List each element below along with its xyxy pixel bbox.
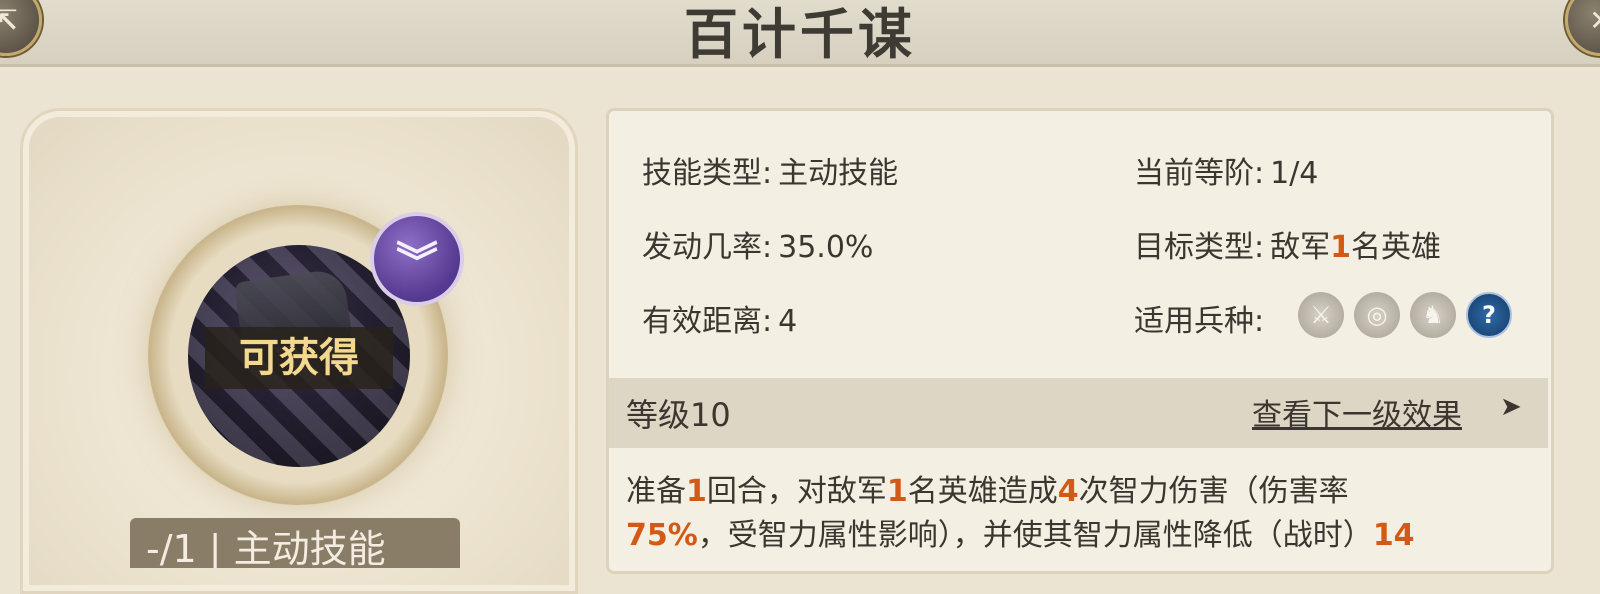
desc-num-4: 75% [626,518,698,553]
page-title: 百计千谋 [684,3,916,66]
close-icon: ✕ [1589,4,1600,37]
desc-num-2: 1 [886,474,908,509]
effective-range: 有效距离: 4 [642,296,797,340]
desc-num-1: 1 [686,474,707,509]
desc-text-5: ，受智力属性影响），并使其智力属性降低（战时） [697,518,1373,553]
target-type: 目标类型: 敌军1名英雄 [1134,222,1441,266]
target-type-value-suffix: 名英雄 [1350,230,1441,265]
desc-text-4: 次智力伤害（伤害率 [1078,474,1349,509]
next-level-link[interactable]: 查看下一级效果 [1252,390,1462,434]
trigger-rate: 发动几率: 35.0% [642,222,873,266]
level-label: 等级10 [626,396,731,434]
skill-description: 准备1回合，对敌军1名英雄造成4次智力伤害（伤害率 75%，受智力属性影响），并使… [626,470,1536,558]
desc-text-2: 回合，对敌军 [706,474,887,509]
target-type-label: 目标类型: [1134,230,1265,265]
rank-badge: ︾ [370,212,464,306]
skill-type-value: 主动技能 [778,156,899,191]
target-type-count: 1 [1330,230,1351,265]
skill-status-label: 可获得 [205,327,393,389]
skill-type-label: 技能类型: [642,156,773,191]
troop-icon-list: ⚔ ◎ ♞ ? [1298,292,1512,338]
current-tier: 当前等阶: 1/4 [1134,148,1318,192]
desc-num-5: 14 [1372,518,1415,553]
desc-num-3: 4 [1057,474,1079,509]
range-value: 4 [778,304,798,339]
horse-icon[interactable]: ♞ [1410,292,1456,338]
desc-text-1: 准备 [626,474,686,509]
skill-type: 技能类型: 主动技能 [642,148,898,192]
trigger-rate-label: 发动几率: [642,230,773,265]
title-bar: 百计千谋 [0,0,1600,67]
chevron-right-icon[interactable]: ➤ [1500,392,1522,422]
chevron-rank-icon: ︾ [395,237,438,287]
current-tier-label: 当前等阶: [1134,156,1265,191]
sword-icon[interactable]: ⚔ [1298,292,1344,338]
question-icon[interactable]: ? [1466,292,1512,338]
troop-label: 适用兵种: [1134,304,1265,339]
bow-target-icon[interactable]: ◎ [1354,292,1400,338]
current-tier-value: 1/4 [1270,156,1319,191]
range-label: 有效距离: [642,304,773,339]
exit-icon: ⇱ [0,3,18,37]
desc-text-3: 名英雄造成 [907,474,1058,509]
target-type-value-prefix: 敌军 [1270,230,1331,265]
troop-types: 适用兵种: [1134,296,1264,340]
trigger-rate-value: 35.0% [778,230,874,265]
skill-tag: -/1 | 主动技能 [130,518,460,568]
